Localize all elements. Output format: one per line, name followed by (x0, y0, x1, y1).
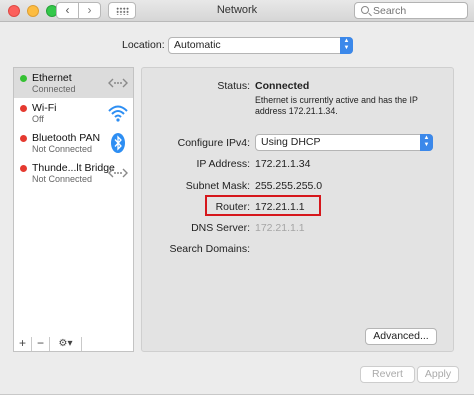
updown-arrows-icon: ▲ ▼ (420, 134, 433, 151)
title-bar: ‹ › Network (0, 0, 474, 22)
router-value: 172.21.1.1 (255, 201, 305, 213)
status-dot-red (20, 105, 27, 112)
search-input[interactable] (373, 4, 463, 17)
bluetooth-icon (111, 133, 125, 153)
service-name: Thunde...lt Bridge (32, 162, 115, 174)
ethernet-icon (108, 78, 128, 88)
status-dot-green (20, 75, 27, 82)
configure-ipv4-value: Using DHCP (261, 136, 321, 148)
thunderbolt-bridge-icon (108, 168, 128, 178)
gear-menu-button[interactable]: ⚙▾ (50, 337, 82, 351)
service-status: Not Connected (32, 174, 93, 184)
ip-address-value: 172.21.1.34 (255, 158, 311, 170)
status-value: Connected (255, 80, 310, 92)
revert-button[interactable]: Revert (360, 366, 415, 383)
configure-ipv4-select[interactable]: Using DHCP ▲ ▼ (255, 134, 433, 151)
search-field[interactable] (354, 2, 468, 19)
service-name: Bluetooth PAN (32, 132, 101, 144)
service-list: Ethernet Connected Wi-Fi Off Bluetooth P… (13, 67, 134, 338)
add-service-button[interactable]: + (14, 337, 32, 351)
subnet-mask-label: Subnet Mask: (185, 180, 250, 192)
location-value: Automatic (174, 39, 221, 51)
updown-arrows-icon: ▲ ▼ (340, 37, 353, 54)
advanced-button[interactable]: Advanced... (365, 328, 437, 345)
location-select[interactable]: Automatic ▲ ▼ (168, 37, 353, 54)
ip-address-label: IP Address: (196, 158, 250, 170)
apply-button[interactable]: Apply (417, 366, 459, 383)
service-item-wifi[interactable]: Wi-Fi Off (14, 98, 133, 128)
status-description: Ethernet is currently active and has the… (255, 95, 418, 116)
router-label: Router: (215, 201, 250, 213)
dns-server-label: DNS Server: (191, 222, 250, 234)
status-label: Status: (217, 80, 250, 92)
status-dot-red (20, 165, 27, 172)
wifi-icon (108, 105, 128, 122)
dns-server-value: 172.21.1.1 (255, 222, 305, 234)
subnet-mask-value: 255.255.255.0 (255, 180, 323, 192)
service-item-thunderbolt-bridge[interactable]: Thunde...lt Bridge Not Connected (14, 158, 133, 188)
remove-service-button[interactable]: − (32, 337, 50, 351)
service-status: Off (32, 114, 44, 124)
service-item-ethernet[interactable]: Ethernet Connected (14, 68, 133, 98)
service-name: Ethernet (32, 72, 72, 84)
search-icon (361, 6, 369, 14)
service-name: Wi-Fi (32, 102, 57, 114)
configure-ipv4-label: Configure IPv4: (177, 137, 250, 149)
search-domains-label: Search Domains: (169, 243, 250, 255)
service-list-toolbar: + − ⚙▾ (13, 337, 134, 352)
service-status: Not Connected (32, 144, 93, 154)
location-label: Location: (122, 39, 165, 51)
service-status: Connected (32, 84, 76, 94)
status-dot-red (20, 135, 27, 142)
service-item-bluetooth-pan[interactable]: Bluetooth PAN Not Connected (14, 128, 133, 158)
